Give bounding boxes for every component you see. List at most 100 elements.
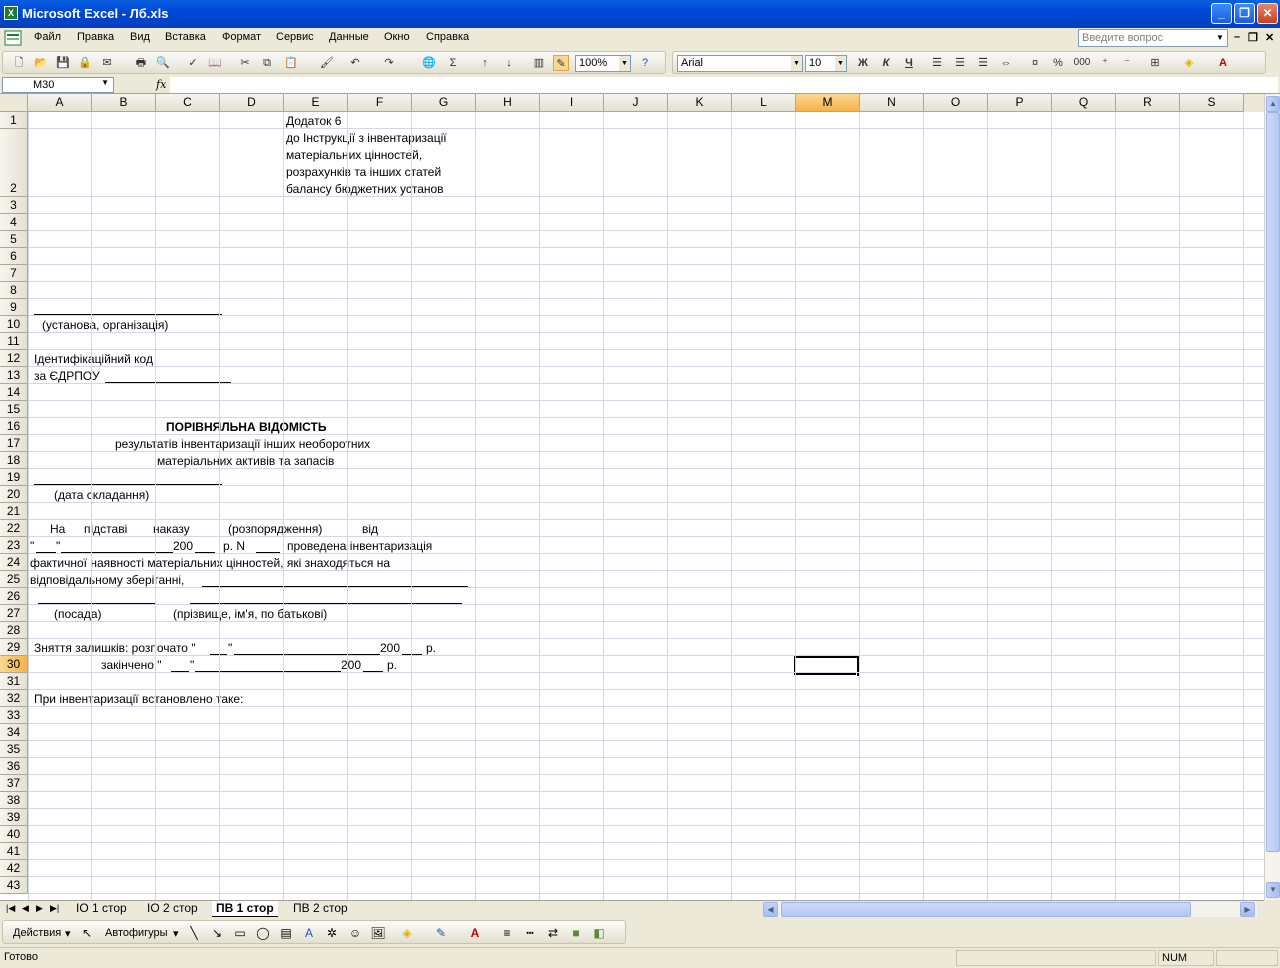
line-style-icon[interactable]: ≡ [499,925,515,941]
cell-e1[interactable]: Додаток 6 [286,114,341,128]
cell-a10[interactable]: (установа, організація) [42,318,168,332]
shadow-style-icon[interactable]: ■ [568,925,584,941]
row-header-32[interactable]: 32 [0,690,28,707]
cell-e2-line3[interactable]: розрахунків та інших статей [286,165,441,179]
print-preview-icon[interactable]: 🔍 [155,55,171,71]
menu-file[interactable]: Файл [34,31,61,43]
picture-icon[interactable]: 🖼 [370,925,386,941]
tab-pv-1[interactable]: ПВ 1 стор [212,901,278,917]
cell-a20[interactable]: (дата складання) [54,488,149,502]
cell-a27-2[interactable]: (прізвище, ім'я, по батькові) [173,607,327,621]
row-header-2[interactable]: 2 [0,129,28,197]
select-objects-icon[interactable]: ↖ [79,925,95,941]
cell-a27-1[interactable]: (посада) [54,607,102,621]
doc-close-button[interactable]: ✕ [1265,31,1274,44]
font-color-icon[interactable]: A [1215,55,1231,71]
row-header-14[interactable]: 14 [0,384,28,401]
tab-io-2[interactable]: ІО 2 стор [143,901,202,917]
row-header-31[interactable]: 31 [0,673,28,690]
draw-actions-menu[interactable]: Действия [13,927,61,939]
cell-a13[interactable]: за ЄДРПОУ [34,369,100,383]
first-sheet-icon[interactable]: |◀ [6,903,15,914]
close-button[interactable]: ✕ [1257,3,1278,24]
scroll-right-icon[interactable]: ▶ [1240,902,1255,917]
currency-icon[interactable]: ¤ [1027,55,1043,71]
merge-center-icon[interactable]: ⇔ [998,55,1014,71]
menu-format[interactable]: Формат [222,31,261,43]
row-header-33[interactable]: 33 [0,707,28,724]
print-icon[interactable]: 🖶 [133,55,149,71]
borders-icon[interactable]: ⊞ [1147,55,1163,71]
underline-button[interactable]: Ч [901,55,917,71]
rectangle-icon[interactable]: ▭ [232,925,248,941]
bold-button[interactable]: Ж [855,55,871,71]
cell-a23-2[interactable]: " [56,539,60,553]
workbook-icon[interactable] [4,30,24,46]
column-header-i[interactable]: I [540,94,604,112]
tab-io-1[interactable]: ІО 1 стор [72,901,131,917]
cell-a29-4[interactable]: р. [426,641,436,655]
row-header-8[interactable]: 8 [0,282,28,299]
row-header-25[interactable]: 25 [0,571,28,588]
row-header-34[interactable]: 34 [0,724,28,741]
column-header-g[interactable]: G [412,94,476,112]
row-header-13[interactable]: 13 [0,367,28,384]
increase-decimal-icon[interactable]: ⁺ [1097,55,1113,71]
scroll-up-icon[interactable]: ▲ [1266,96,1280,112]
oval-icon[interactable]: ◯ [255,925,271,941]
menu-view[interactable]: Вид [130,31,150,43]
cell-a22-4[interactable]: (розпорядження) [228,522,322,536]
wordart-icon[interactable]: A [301,925,317,941]
row-header-29[interactable]: 29 [0,639,28,656]
cell-a29-2[interactable]: " [228,641,232,655]
menu-window[interactable]: Окно [384,31,410,43]
dash-style-icon[interactable]: ┅ [522,925,538,941]
cell-a23-1[interactable]: " [30,539,34,553]
prev-sheet-icon[interactable]: ◀ [22,903,29,914]
last-sheet-icon[interactable]: ▶| [50,903,59,914]
cell-e2-line2[interactable]: матеріальних цінностей, [286,148,422,162]
align-left-icon[interactable]: ☰ [929,55,945,71]
column-header-d[interactable]: D [220,94,284,112]
row-header-30[interactable]: 30 [0,656,28,673]
cell-a29-1[interactable]: Зняття залишків: розпочато " [34,641,196,655]
select-all-corner[interactable] [0,94,28,112]
excel-app-icon[interactable]: X [4,6,18,20]
undo-icon[interactable]: ↶ [347,55,363,71]
cell-a30-4[interactable]: р. [387,658,397,672]
cell-a30-1[interactable]: закінчено " [101,658,162,672]
column-header-o[interactable]: O [924,94,988,112]
column-header-e[interactable]: E [284,94,348,112]
row-header-17[interactable]: 17 [0,435,28,452]
copy-icon[interactable]: ⧉ [259,55,275,71]
row-header-35[interactable]: 35 [0,741,28,758]
row-header-16[interactable]: 16 [0,418,28,435]
drawing-icon[interactable]: ✎ [553,55,569,71]
line-icon[interactable]: ╲ [186,925,202,941]
email-icon[interactable]: ✉ [99,55,115,71]
arrow-icon[interactable]: ↘ [209,925,225,941]
vertical-scrollbar[interactable]: ▲ ▼ [1264,94,1280,900]
autoshapes-menu[interactable]: Автофигуры [105,927,168,939]
column-header-c[interactable]: C [156,94,220,112]
row-header-43[interactable]: 43 [0,877,28,894]
diagram-icon[interactable]: ✲ [324,925,340,941]
column-header-m[interactable]: M [796,94,860,112]
format-painter-icon[interactable]: 🖌 [319,55,335,71]
help-icon[interactable]: ? [637,55,653,71]
row-header-40[interactable]: 40 [0,826,28,843]
menu-help[interactable]: Справка [426,31,469,43]
cell-a23-3[interactable]: 200 [173,539,193,553]
column-header-q[interactable]: Q [1052,94,1116,112]
decrease-decimal-icon[interactable]: ⁻ [1119,55,1135,71]
column-header-b[interactable]: B [92,94,156,112]
paste-icon[interactable]: 📋 [283,55,299,71]
row-header-6[interactable]: 6 [0,248,28,265]
align-center-icon[interactable]: ☰ [952,55,968,71]
row-header-4[interactable]: 4 [0,214,28,231]
row-header-39[interactable]: 39 [0,809,28,826]
doc-minimize-button[interactable]: – [1234,31,1240,43]
cell-a30-2[interactable]: " [190,658,194,672]
row-header-7[interactable]: 7 [0,265,28,282]
column-header-a[interactable]: A [28,94,92,112]
